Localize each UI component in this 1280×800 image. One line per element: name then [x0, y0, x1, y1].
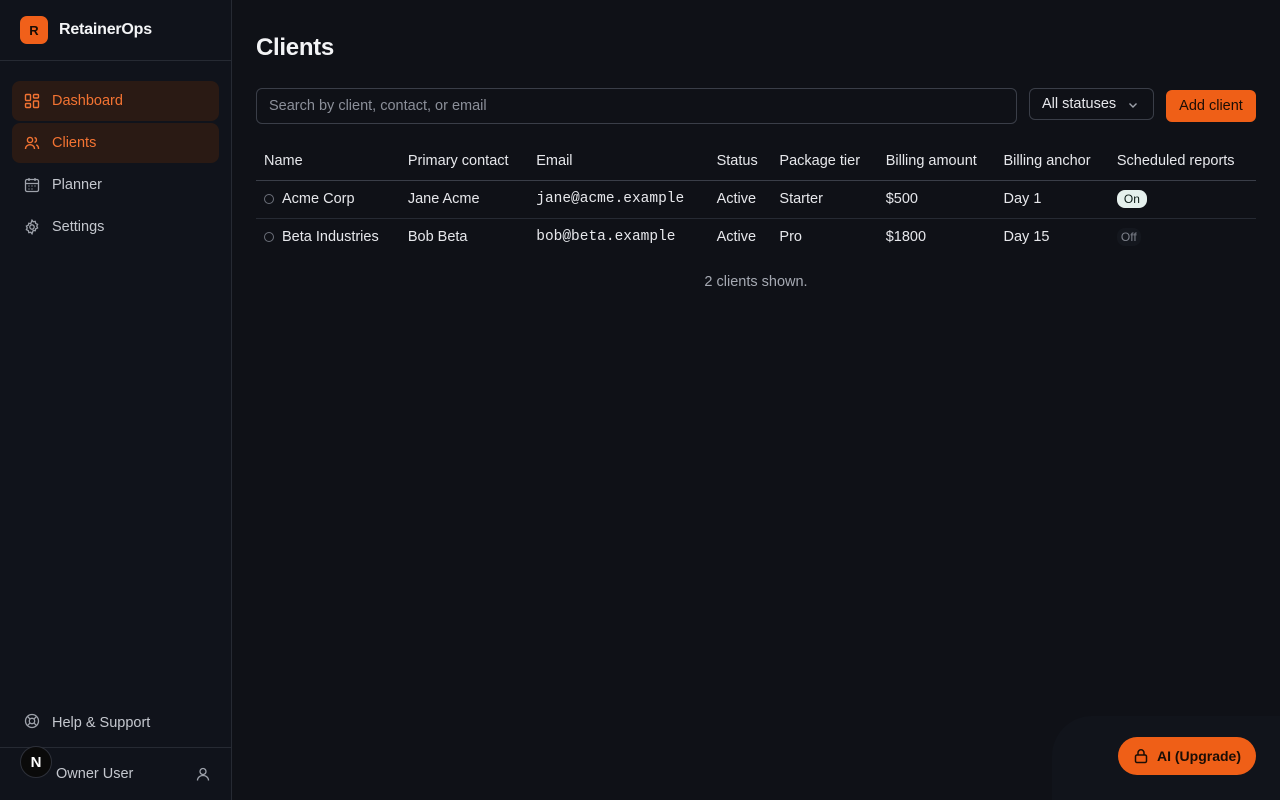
client-email: jane@acme.example — [528, 180, 709, 219]
billing-amount: $500 — [877, 180, 996, 219]
help-support-link[interactable]: Help & Support — [12, 703, 219, 743]
brand-logo: R — [20, 16, 48, 44]
calendar-icon — [24, 177, 40, 193]
billing-anchor: Day 15 — [1003, 229, 1050, 246]
column-header-name[interactable]: Name — [256, 142, 400, 181]
scheduled-reports-cell: On — [1108, 180, 1256, 219]
dashboard-grid-icon — [24, 93, 40, 109]
search-input[interactable] — [256, 88, 1017, 124]
client-name[interactable]: Beta Industries — [282, 229, 379, 245]
sidebar-item-dashboard[interactable]: Dashboard — [12, 81, 219, 121]
column-header-status[interactable]: Status — [708, 142, 772, 181]
ai-upgrade-button[interactable]: AI (Upgrade) — [1118, 737, 1256, 775]
billing-anchor: Day 1 — [995, 180, 1109, 219]
sidebar-nav: Dashboard Clients Planner Settings — [12, 81, 219, 249]
package-tier: Starter — [771, 180, 878, 219]
client-name-cell[interactable]: Beta Industries — [256, 218, 400, 256]
table-header-row: Name Primary contact Email Status Packag… — [256, 142, 1256, 181]
sidebar-item-label: Dashboard — [52, 93, 123, 109]
status-badge: Off — [1116, 228, 1141, 247]
brand-name: RetainerOps — [59, 21, 152, 38]
sidebar: R RetainerOps Dashboard Clients Planner … — [0, 0, 232, 800]
sidebar-item-settings[interactable]: Settings — [12, 207, 219, 247]
client-status: Active — [716, 229, 757, 246]
column-header-contact[interactable]: Primary contact — [399, 142, 529, 181]
avatar[interactable]: N — [20, 746, 52, 778]
help-support-label: Help & Support — [52, 715, 151, 731]
users-icon — [24, 135, 40, 151]
user-icon[interactable] — [195, 766, 211, 782]
chevron-down-icon — [1127, 99, 1139, 111]
sidebar-item-label: Clients — [52, 135, 97, 151]
client-status: Active — [708, 180, 772, 219]
status-badge: On — [1116, 190, 1147, 208]
status-filter-select[interactable]: All statuses — [1029, 88, 1154, 120]
column-header-reports[interactable]: Scheduled reports — [1108, 142, 1256, 181]
column-header-amount[interactable]: Billing amount — [877, 142, 996, 181]
sidebar-item-label: Planner — [52, 177, 102, 193]
lifebuoy-icon — [24, 713, 40, 733]
column-header-email[interactable]: Email — [528, 142, 709, 181]
client-name-cell[interactable]: Acme Corp — [256, 180, 400, 219]
status-filter-value: All statuses — [1042, 96, 1117, 112]
billing-amount: $1800 — [885, 229, 927, 246]
sidebar-item-label: Settings — [52, 219, 105, 235]
brand[interactable]: R RetainerOps — [0, 0, 231, 61]
gear-icon — [24, 219, 40, 235]
primary-contact: Bob Beta — [407, 229, 468, 246]
table-row[interactable]: Acme Corp Jane Acme jane@acme.example Ac… — [256, 180, 1256, 219]
app-root: R RetainerOps Dashboard Clients Planner … — [0, 0, 1280, 800]
table-row[interactable]: Beta Industries Bob Beta bob@beta.exampl… — [256, 218, 1256, 256]
primary-contact: Jane Acme — [399, 180, 529, 219]
clients-table: Name Primary contact Email Status Packag… — [256, 142, 1256, 256]
column-header-tier[interactable]: Package tier — [771, 142, 878, 181]
sidebar-item-planner[interactable]: Planner — [12, 165, 219, 205]
sidebar-item-clients[interactable]: Clients — [12, 123, 219, 163]
client-email: bob@beta.example — [536, 229, 676, 246]
column-header-anchor[interactable]: Billing anchor — [995, 142, 1109, 181]
user-menu[interactable]: N Owner User — [0, 746, 231, 800]
page-title: Clients — [256, 34, 334, 61]
lock-icon — [1133, 748, 1149, 764]
add-client-button[interactable]: Add client — [1166, 90, 1256, 122]
user-name: Owner User — [56, 766, 134, 782]
ai-upgrade-label: AI (Upgrade) — [1157, 748, 1241, 764]
scheduled-reports-cell: Off — [1109, 218, 1256, 256]
client-name[interactable]: Acme Corp — [282, 191, 355, 207]
row-select-radio[interactable] — [264, 194, 274, 204]
clients-count-note: 2 clients shown. — [704, 274, 808, 290]
package-tier: Pro — [779, 229, 802, 246]
row-select-radio[interactable] — [264, 232, 274, 243]
